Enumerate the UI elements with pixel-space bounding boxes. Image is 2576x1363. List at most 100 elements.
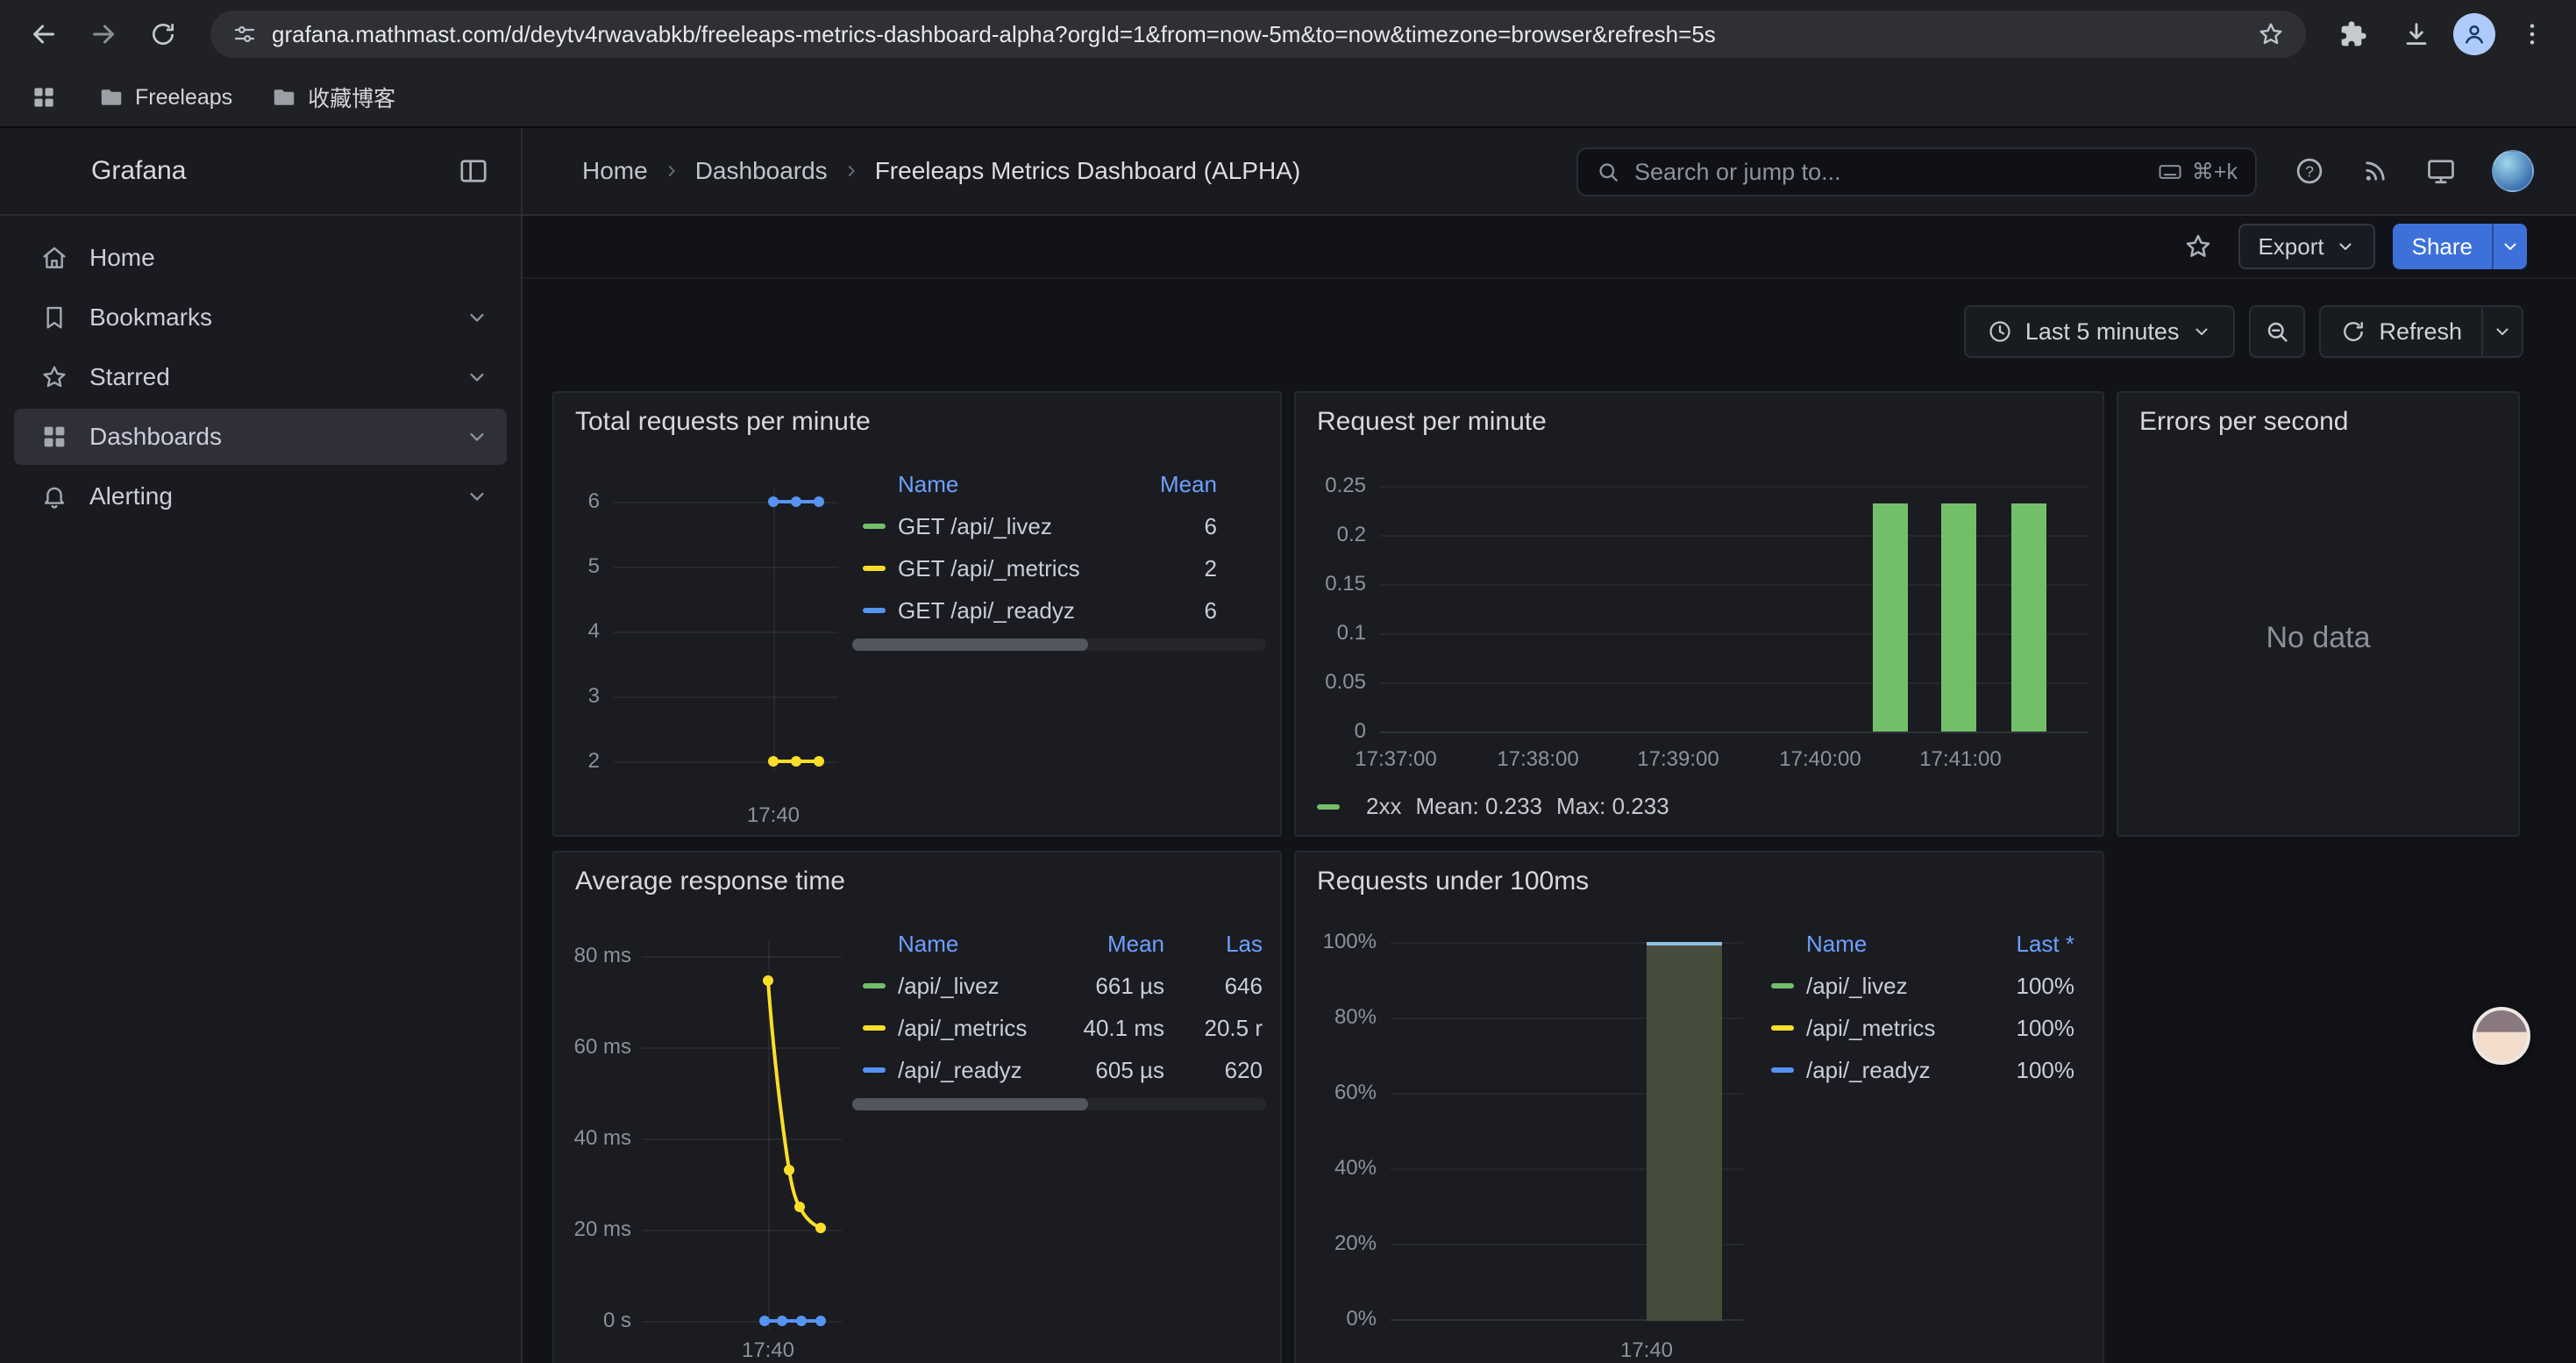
grafana-logo[interactable]: [28, 148, 74, 194]
downloads-icon[interactable]: [2390, 8, 2443, 61]
sidebar-item-alerting[interactable]: Alerting: [14, 468, 507, 525]
search-icon: [1596, 160, 1620, 184]
legend-row: /api/_readyz 605 µs 620: [852, 1049, 1266, 1091]
grid-line: [614, 632, 838, 633]
col-header-name[interactable]: Name: [898, 931, 1049, 958]
series-name[interactable]: /api/_metrics: [1806, 1015, 1962, 1042]
panel-title[interactable]: Errors per second: [2139, 407, 2348, 437]
chevron-down-icon[interactable]: [465, 365, 489, 389]
extensions-icon[interactable]: [2327, 8, 2380, 61]
y-tick: 0.25: [1310, 472, 1366, 500]
y-tick: 0: [1310, 717, 1366, 746]
sidebar-item-bookmarks[interactable]: Bookmarks: [14, 289, 507, 346]
export-button[interactable]: Export: [2238, 224, 2374, 269]
col-header-mean[interactable]: Mean: [1108, 471, 1266, 498]
y-tick: 0 s: [561, 1307, 631, 1335]
series-last: 100%: [1962, 973, 2085, 1000]
chevron-down-icon: [2191, 321, 2212, 342]
kiosk-monitor-icon[interactable]: [2425, 155, 2457, 187]
panel-title[interactable]: Request per minute: [1317, 407, 1547, 437]
series-name[interactable]: /api/_metrics: [898, 1015, 1049, 1042]
favorite-star-icon[interactable]: [2175, 224, 2221, 269]
series-color-yellow: [1771, 1025, 1794, 1031]
time-range-label: Last 5 minutes: [2025, 318, 2180, 346]
folder-icon: [271, 84, 297, 111]
scrollbar-thumb[interactable]: [852, 1098, 1088, 1110]
sidebar-item-home[interactable]: Home: [14, 230, 507, 286]
search-input[interactable]: [1634, 159, 2143, 186]
share-button[interactable]: Share: [2393, 224, 2492, 269]
address-bar[interactable]: grafana.mathmast.com/d/deytv4rwavabkb/fr…: [210, 11, 2306, 58]
news-rss-icon[interactable]: [2360, 156, 2390, 186]
grid-line: [1380, 486, 2089, 488]
bookmark-folder-freeleaps[interactable]: Freeleaps: [84, 77, 246, 118]
series-color-green: [863, 524, 886, 529]
chevron-down-icon[interactable]: [465, 305, 489, 330]
sidebar-item-dashboards[interactable]: Dashboards: [14, 409, 507, 465]
horizontal-scrollbar[interactable]: [852, 1098, 1266, 1110]
shortcut-label: ⌘+k: [2192, 159, 2238, 185]
col-header-name[interactable]: Name: [898, 471, 1108, 498]
url-text: grafana.mathmast.com/d/deytv4rwavabkb/fr…: [272, 21, 2243, 48]
site-info-icon[interactable]: [231, 21, 258, 47]
floating-assistant-avatar[interactable]: [2473, 1007, 2530, 1065]
series-mean: 6: [1108, 513, 1266, 540]
share-menu-caret[interactable]: [2492, 224, 2527, 269]
panel-request-per-minute: Request per minute 0.25 0.2 0.15 0.1 0.0…: [1294, 391, 2104, 837]
legend-row: /api/_metrics 40.1 ms 20.5 r: [852, 1007, 1266, 1049]
col-header-mean[interactable]: Mean: [1049, 931, 1164, 958]
dock-nav-icon[interactable]: [451, 148, 496, 194]
chevron-down-icon[interactable]: [465, 484, 489, 509]
series-name[interactable]: /api/_livez: [1806, 973, 1962, 1000]
series-name[interactable]: 2xx: [1366, 793, 1401, 820]
main-content: Export Share Last 5 minutes: [523, 216, 2576, 1363]
chevron-down-icon: [2500, 236, 2521, 257]
col-header-last[interactable]: Last *: [1962, 931, 2085, 958]
series-last: 20.5 r: [1164, 1015, 1266, 1042]
series-name[interactable]: GET /api/_livez: [898, 513, 1108, 540]
panel-title[interactable]: Average response time: [575, 867, 845, 896]
panel-title[interactable]: Total requests per minute: [575, 407, 871, 437]
col-header-last[interactable]: Las: [1164, 931, 1266, 958]
horizontal-scrollbar[interactable]: [852, 639, 1266, 651]
browser-back-button[interactable]: [18, 8, 70, 61]
user-avatar[interactable]: [2492, 150, 2534, 192]
bookmark-star-icon[interactable]: [2257, 20, 2285, 48]
help-icon[interactable]: [2294, 155, 2325, 187]
panel-title[interactable]: Requests under 100ms: [1317, 867, 1589, 896]
apps-grid-icon[interactable]: [21, 75, 67, 120]
refresh-interval-caret[interactable]: [2481, 307, 2522, 356]
chevron-down-icon: [2335, 236, 2356, 257]
browser-profile-avatar[interactable]: [2453, 13, 2495, 55]
sidebar-item-label: Alerting: [89, 482, 173, 510]
keyboard-icon: [2157, 159, 2183, 185]
refresh-button[interactable]: Refresh: [2321, 307, 2481, 356]
folder-icon: [98, 84, 125, 111]
breadcrumb-home[interactable]: Home: [582, 157, 648, 185]
browser-reload-button[interactable]: [137, 8, 189, 61]
sidebar-item-starred[interactable]: Starred: [14, 349, 507, 405]
bookmark-folder-blogs[interactable]: 收藏博客: [257, 75, 409, 120]
breadcrumb-dashboards[interactable]: Dashboards: [695, 157, 828, 185]
refresh-icon: [2340, 318, 2366, 345]
y-tick: 40 ms: [561, 1124, 631, 1152]
col-header-name[interactable]: Name: [1806, 931, 1962, 958]
series-name[interactable]: GET /api/_metrics: [898, 555, 1108, 582]
series-name[interactable]: GET /api/_readyz: [898, 597, 1108, 624]
scrollbar-thumb[interactable]: [852, 639, 1088, 651]
breadcrumb-current: Freeleaps Metrics Dashboard (ALPHA): [875, 157, 1301, 185]
series-name[interactable]: /api/_livez: [898, 973, 1049, 1000]
y-tick: 20%: [1310, 1230, 1377, 1258]
time-range-picker[interactable]: Last 5 minutes: [1964, 305, 2236, 358]
search-bar[interactable]: ⌘+k: [1576, 147, 2257, 196]
series-name[interactable]: /api/_readyz: [898, 1057, 1049, 1084]
brand-name: Grafana: [91, 156, 433, 186]
bookmark-folder-label: Freeleaps: [135, 85, 232, 111]
chevron-down-icon[interactable]: [465, 425, 489, 449]
browser-menu-icon[interactable]: [2506, 8, 2558, 61]
x-tick: 17:40:00: [1768, 746, 1873, 774]
url-path: /d/deytv4rwavabkb/freeleaps-metrics-dash…: [505, 21, 1716, 47]
series-name[interactable]: /api/_readyz: [1806, 1057, 1962, 1084]
browser-forward-button[interactable]: [77, 8, 130, 61]
zoom-out-button[interactable]: [2249, 305, 2305, 358]
